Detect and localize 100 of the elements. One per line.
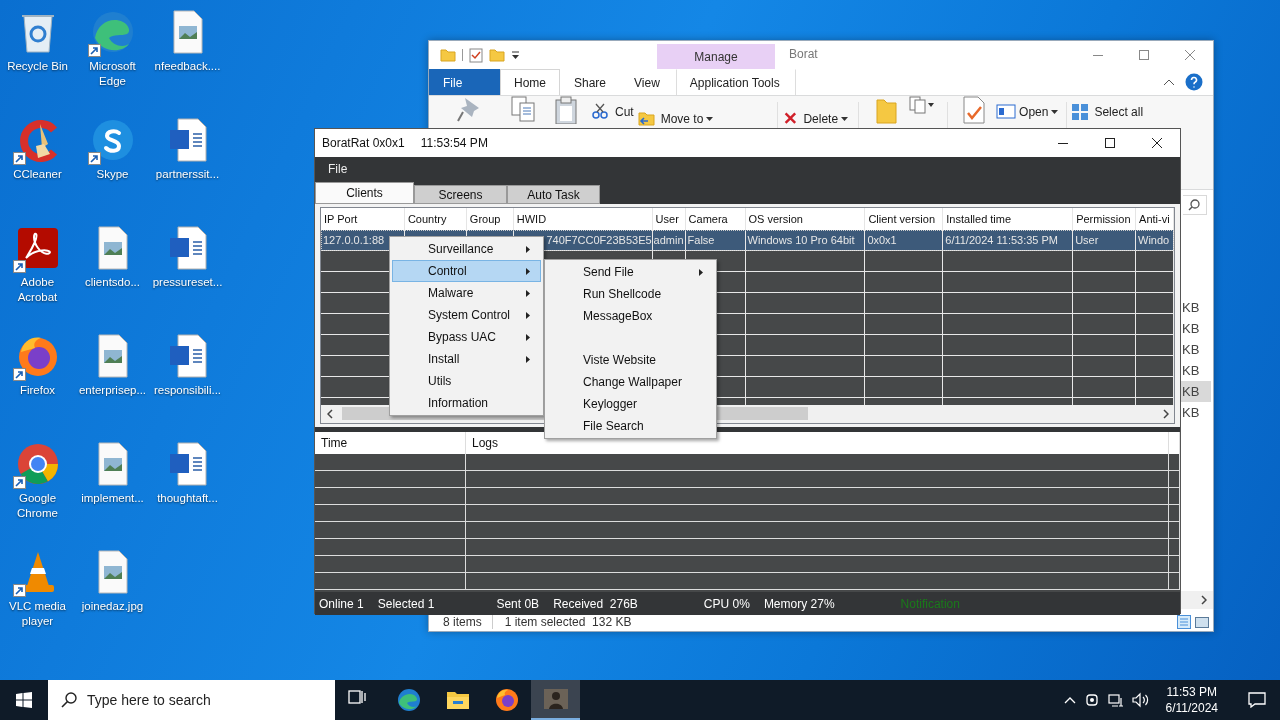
column-header[interactable]: Time	[315, 432, 466, 454]
ribbon-button[interactable]: Delete	[784, 110, 849, 127]
tab[interactable]: Screens	[414, 185, 507, 204]
desktop-icon[interactable]: joinedaz.jpg	[75, 544, 150, 614]
globe-logo-icon	[494, 688, 519, 712]
table-cell: 740F7CC0F23B53E5	[546, 234, 652, 246]
desktop-icon[interactable]: thoughtaft...	[150, 436, 225, 506]
menu-item[interactable]: Control	[392, 260, 541, 282]
desktop-icon[interactable]: VLC media player	[0, 544, 75, 629]
menu-item[interactable]: Information	[392, 392, 541, 414]
desktop-icon[interactable]: pressureset...	[150, 220, 225, 290]
details-view-icon[interactable]	[1177, 615, 1191, 629]
chevron-right-icon	[1162, 409, 1169, 419]
menu-item[interactable]: System Control	[392, 304, 541, 326]
desktop-icon[interactable]: Recycle Bin	[0, 4, 75, 74]
menu-item[interactable]: Change Wallpaper	[547, 371, 714, 393]
menu-item[interactable]: Send File	[547, 261, 714, 283]
ribbon-tab[interactable]: Home	[500, 69, 560, 95]
chevron-up-icon[interactable]	[1063, 696, 1076, 704]
status-text: 1 item selected 132 KB	[504, 615, 632, 629]
status-text: Notification	[900, 596, 960, 611]
menu-item[interactable]: Viste Website	[547, 349, 714, 371]
speech-bubble-icon	[1248, 692, 1266, 708]
window-title: Borat	[788, 46, 818, 63]
ribbon-button[interactable]: Open	[996, 103, 1059, 120]
menu-item[interactable]: Run Shellcode	[547, 283, 714, 305]
windows-logo-icon	[16, 692, 32, 708]
volume-icon[interactable]	[1131, 692, 1150, 708]
thumbnail-view-icon[interactable]	[1195, 615, 1209, 629]
folder-arrow-icon	[637, 110, 658, 127]
ribbon-button[interactable]: Select all	[1071, 103, 1144, 120]
desktop-icon[interactable]: Firefox	[0, 328, 75, 398]
tab[interactable]: Clients	[315, 182, 414, 204]
network-icon[interactable]	[1107, 692, 1124, 708]
collapse-ribbon-icon[interactable]	[1163, 78, 1175, 86]
maximize-icon	[1104, 138, 1115, 148]
menu-item[interactable]: Bypass UAC	[392, 326, 541, 348]
menu-item[interactable]: Malware	[392, 282, 541, 304]
table-cell: 127.0.0.1:88	[323, 234, 385, 246]
desktop-icon[interactable]: Microsoft Edge	[75, 4, 150, 89]
table-cell: Windows 10 Pro 64bit	[747, 234, 855, 246]
menu-item[interactable]: Keylogger	[547, 393, 714, 415]
desktop-icon[interactable]: partnerssit...	[150, 112, 225, 182]
status-text: Sent 0B	[496, 596, 540, 611]
file-size[interactable]: KB	[1181, 402, 1211, 423]
menu-item[interactable]: Utils	[392, 370, 541, 392]
figure-icon	[543, 687, 568, 711]
chevron-right-icon	[1201, 595, 1207, 605]
desktop-icon[interactable]: Adobe Acrobat	[0, 220, 75, 305]
file-size[interactable]: KB	[1181, 297, 1211, 318]
table-cell: admin	[653, 234, 684, 246]
tab[interactable]: Auto Task	[507, 185, 600, 204]
dropdown-caret-icon[interactable]	[511, 50, 520, 60]
file-menu-tab[interactable]: File	[429, 69, 500, 95]
desktop-icon[interactable]: nfeedback....	[150, 4, 225, 74]
desktop-icon[interactable]: enterprisep...	[75, 328, 150, 398]
window-clock: 11:53:54 PM	[419, 136, 488, 150]
desktop-icon[interactable]: Skype	[75, 112, 150, 182]
device-icon[interactable]	[1083, 692, 1100, 708]
status-text: Selected 1	[377, 596, 435, 611]
caret-icon	[841, 116, 849, 121]
pin-icon[interactable]	[457, 96, 481, 122]
desktop-icon[interactable]: responsibili...	[150, 328, 225, 398]
menu-item[interactable]: Install	[392, 348, 541, 370]
search-field[interactable]	[1183, 195, 1207, 215]
file-size[interactable]: KB	[1181, 339, 1211, 360]
menu-item[interactable]: MessageBox	[547, 305, 714, 327]
ribbon-tab[interactable]: View	[620, 69, 674, 95]
checklist-icon[interactable]	[469, 47, 483, 63]
desktop-icon[interactable]: clientsdo...	[75, 220, 150, 290]
chevron-left-icon	[326, 409, 333, 419]
file-size[interactable]: KB	[1181, 381, 1211, 402]
window-title: BoratRat 0x0x1	[321, 136, 405, 150]
document-check-icon[interactable]	[962, 96, 987, 124]
status-text: CPU 0%	[703, 596, 750, 611]
copy-to-icon[interactable]	[909, 96, 936, 114]
status-text: Received 276B	[553, 596, 638, 611]
desktop-icon[interactable]: implement...	[75, 436, 150, 506]
desktop-icon[interactable]: Google Chrome	[0, 436, 75, 521]
ribbon-tab[interactable]: Share	[560, 69, 621, 95]
close-icon	[1185, 50, 1195, 60]
search-field[interactable]: Type here to search	[48, 680, 335, 720]
clock-time: 11:53 PM	[1166, 684, 1217, 700]
clock-button[interactable]: 11:53 PM 6/11/2024	[1157, 684, 1226, 716]
file-size[interactable]: KB	[1181, 360, 1211, 381]
desktop-icon[interactable]: CCleaner	[0, 112, 75, 182]
clock-date: 6/11/2024	[1165, 700, 1218, 716]
taskbar-app[interactable]	[531, 680, 580, 720]
search-icon	[1188, 199, 1200, 211]
menu-item[interactable]: File	[315, 162, 361, 176]
file-size[interactable]: KB	[1181, 318, 1211, 339]
ribbon-button[interactable]: Cut	[592, 103, 634, 120]
caret-icon	[1051, 109, 1059, 114]
window-icon	[996, 103, 1017, 120]
maximize-icon	[1139, 50, 1149, 60]
clipboard-icon[interactable]	[554, 96, 578, 124]
ribbon-button[interactable]: Move to	[637, 110, 714, 127]
caret-icon	[706, 116, 714, 121]
table-cell: 0x0x1	[867, 234, 897, 246]
help-icon[interactable]	[1185, 73, 1203, 91]
